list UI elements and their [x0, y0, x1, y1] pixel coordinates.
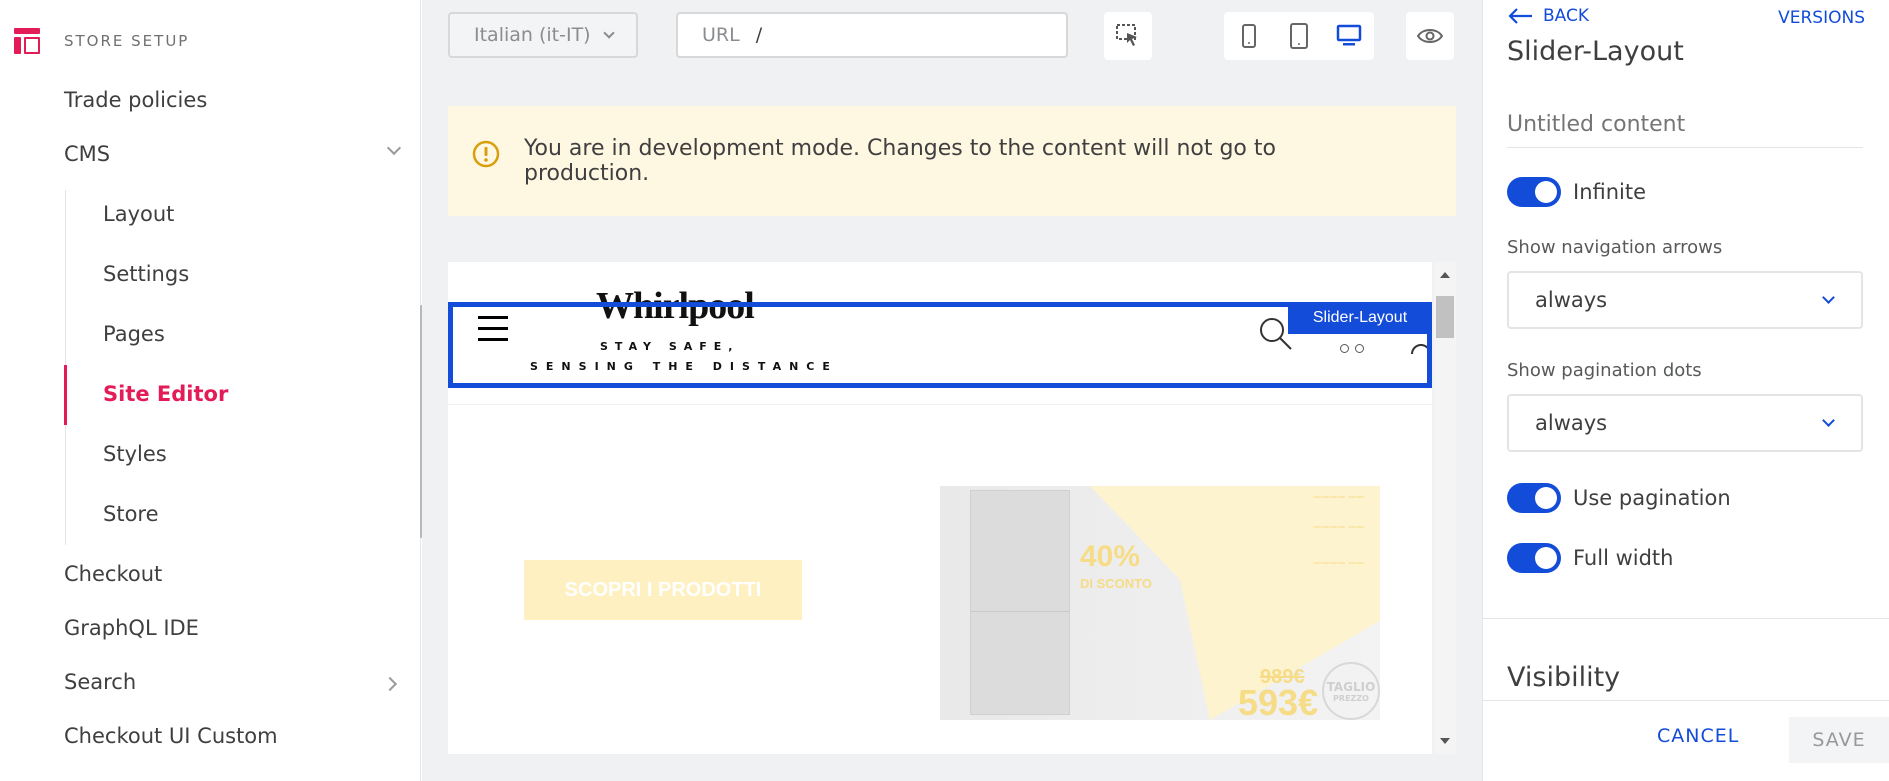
sidebar-item-checkout[interactable]: Checkout: [64, 562, 162, 586]
nav-arrows-value: always: [1535, 288, 1608, 312]
device-switcher: [1224, 12, 1374, 60]
nav-arrows-select[interactable]: always: [1507, 271, 1863, 329]
url-label: URL: [702, 24, 740, 46]
dev-mode-alert: You are in development mode. Changes to …: [448, 106, 1456, 216]
desktop-view-button[interactable]: [1324, 12, 1374, 60]
sidebar-item-site-editor[interactable]: Site Editor: [103, 382, 228, 406]
infinite-toggle[interactable]: [1507, 177, 1561, 207]
sidebar-item-settings[interactable]: Settings: [103, 262, 189, 286]
editor-canvas: Italian (it-IT) URL / You are in develop…: [422, 0, 1482, 781]
desktop-icon: [1336, 24, 1362, 46]
price-cut-badge: TAGLIO PREZZO: [1322, 662, 1380, 720]
save-button[interactable]: SAVE: [1789, 717, 1889, 763]
back-label: BACK: [1543, 6, 1590, 26]
badge-line-2: PREZZO: [1333, 693, 1369, 703]
sidebar-item-pages[interactable]: Pages: [103, 322, 165, 346]
header-divider: [448, 404, 1432, 405]
sidebar-item-trade-policies[interactable]: Trade policies: [64, 88, 207, 112]
active-indicator: [64, 365, 67, 425]
url-field[interactable]: URL /: [676, 12, 1068, 58]
promo-banner[interactable]: ———— —— ———— —— ———— —— 40% DI SCONTO 98…: [940, 486, 1380, 720]
sidebar-item-layout[interactable]: Layout: [103, 202, 174, 226]
nav-arrows-label: Show navigation arrows: [1507, 237, 1723, 258]
chevron-right-icon[interactable]: [382, 676, 398, 692]
sidebar-item-store[interactable]: Store: [103, 502, 159, 526]
pagination-dots-label: Show pagination dots: [1507, 360, 1702, 381]
sidebar: STORE SETUP Trade policies CMS Layout Se…: [0, 0, 423, 781]
chevron-down-icon[interactable]: [386, 140, 402, 156]
scroll-down-icon[interactable]: [1440, 738, 1450, 744]
fridge-image: [970, 490, 1070, 715]
pagination-dots-value: always: [1535, 411, 1608, 435]
selected-block-tag[interactable]: Slider-Layout: [1288, 302, 1432, 334]
sidebar-item-checkout-ui[interactable]: Checkout UI Custom: [64, 724, 278, 748]
block-settings-panel: BACK VERSIONS Slider-Layout Infinite Sho…: [1482, 0, 1889, 781]
store-preview[interactable]: Whirlpool STAY SAFE, SENSING THE DISTANC…: [448, 262, 1432, 754]
chevron-down-icon: [1822, 414, 1835, 427]
selected-block-outline[interactable]: [448, 302, 1432, 388]
sidebar-item-cms[interactable]: CMS: [64, 142, 110, 166]
badge-line-1: TAGLIO: [1326, 679, 1376, 694]
infinite-label: Infinite: [1573, 180, 1647, 204]
full-width-row: Full width: [1507, 543, 1673, 573]
tablet-view-button[interactable]: [1274, 12, 1324, 60]
sidebar-item-search[interactable]: Search: [64, 670, 136, 694]
chevron-down-icon: [602, 26, 615, 39]
content-name-input[interactable]: [1507, 102, 1863, 148]
scroll-thumb[interactable]: [1436, 296, 1454, 338]
eye-icon: [1416, 29, 1444, 43]
language-select[interactable]: Italian (it-IT): [448, 12, 638, 58]
select-element-button[interactable]: [1104, 12, 1152, 60]
sidebar-item-styles[interactable]: Styles: [103, 442, 167, 466]
versions-link[interactable]: VERSIONS: [1778, 8, 1865, 28]
chevron-down-icon: [1822, 291, 1835, 304]
use-pagination-row: Use pagination: [1507, 483, 1731, 513]
banner-fine-print: ———— ——: [1313, 492, 1364, 501]
section-divider: [1483, 618, 1889, 619]
tablet-icon: [1290, 23, 1308, 49]
banner-percent: 40%: [1080, 540, 1141, 573]
sidebar-item-graphql[interactable]: GraphQL IDE: [64, 616, 199, 640]
use-pagination-toggle[interactable]: [1507, 483, 1561, 513]
use-pagination-label: Use pagination: [1573, 486, 1731, 510]
back-button[interactable]: BACK: [1507, 6, 1589, 26]
panel-footer: CANCEL SAVE: [1483, 700, 1889, 781]
language-select-value: Italian (it-IT): [474, 24, 591, 46]
sidebar-header: STORE SETUP: [14, 28, 189, 54]
store-setup-icon: [14, 28, 40, 54]
arrow-left-icon: [1508, 8, 1532, 24]
visibility-section-title[interactable]: Visibility: [1507, 662, 1620, 693]
shop-cta-button[interactable]: SCOPRI I PRODOTTI: [524, 560, 802, 620]
alert-message: You are in development mode. Changes to …: [524, 136, 1276, 186]
banner-new-price: 593€: [1238, 682, 1319, 720]
mobile-view-button[interactable]: [1224, 12, 1274, 60]
infinite-row: Infinite: [1507, 177, 1646, 207]
banner-fine-print: ———— ——: [1313, 522, 1364, 531]
full-width-label: Full width: [1573, 546, 1674, 570]
scroll-up-icon[interactable]: [1440, 272, 1450, 278]
url-value[interactable]: /: [756, 24, 762, 46]
cancel-button[interactable]: CANCEL: [1657, 725, 1739, 747]
full-width-toggle[interactable]: [1507, 543, 1561, 573]
cursor-select-icon: [1116, 24, 1137, 46]
banner-fine-print: ———— ——: [1313, 558, 1364, 567]
pagination-dots-select[interactable]: always: [1507, 394, 1863, 452]
preview-scrollbar[interactable]: [1434, 262, 1456, 754]
warning-icon: [472, 140, 500, 168]
sidebar-header-title: STORE SETUP: [64, 32, 190, 50]
preview-button[interactable]: [1406, 12, 1454, 60]
banner-percent-sub: DI SCONTO: [1080, 576, 1152, 591]
mobile-icon: [1242, 24, 1256, 48]
panel-title: Slider-Layout: [1507, 36, 1684, 67]
